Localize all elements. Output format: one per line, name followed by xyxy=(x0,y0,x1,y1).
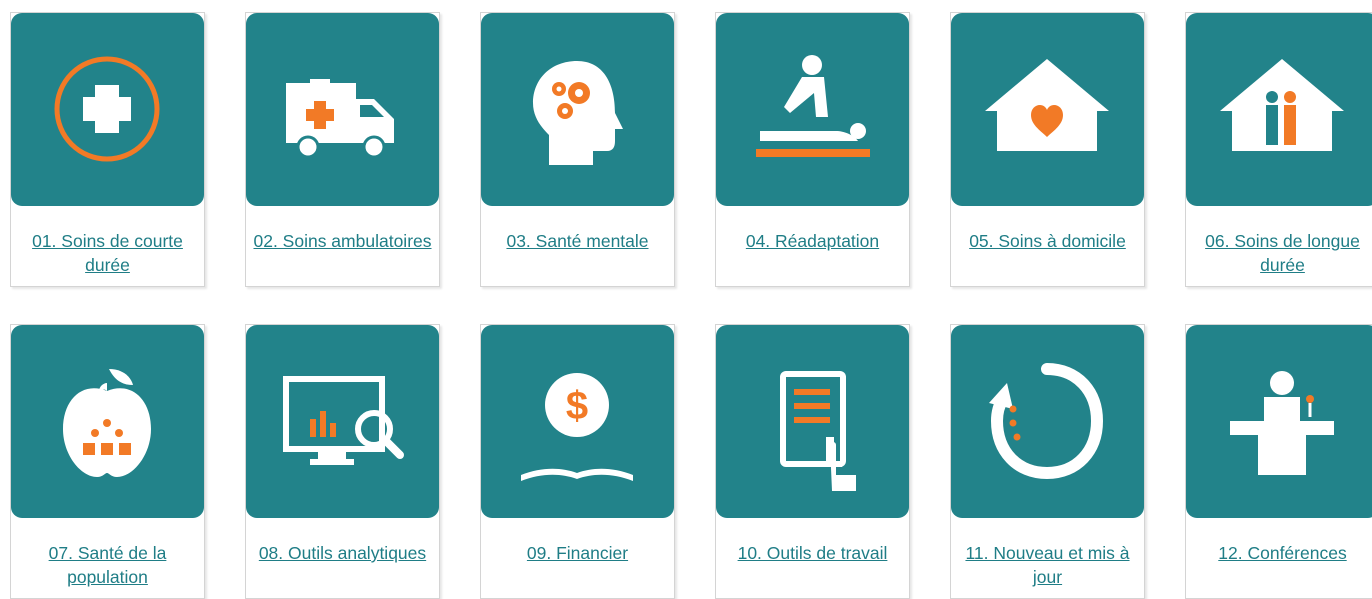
card-sante-population[interactable]: 07. Santé de la population xyxy=(10,324,205,599)
card-link-label[interactable]: 04. Réadaptation xyxy=(720,229,905,253)
card-link-label[interactable]: 02. Soins ambulatoires xyxy=(250,229,435,253)
card-outils-analytiques[interactable]: 08. Outils analytiques xyxy=(245,324,440,599)
speaker-podium-icon xyxy=(1230,371,1334,475)
card-link-label[interactable]: 06. Soins de longue durée xyxy=(1190,229,1372,277)
ambulance-icon xyxy=(286,79,394,159)
monitor-magnifier-icon xyxy=(283,376,404,465)
card-link-label[interactable]: 07. Santé de la population xyxy=(15,541,200,589)
card-link-label[interactable]: 11. Nouveau et mis à jour xyxy=(955,541,1140,589)
card-nouveau-mis-a-jour[interactable]: 11. Nouveau et mis à jour xyxy=(950,324,1145,599)
medical-cross-icon xyxy=(54,56,160,162)
card-tile[interactable] xyxy=(11,325,204,518)
massage-therapy-icon xyxy=(756,55,870,157)
card-tile[interactable]: $ xyxy=(481,325,674,518)
card-tile[interactable] xyxy=(246,325,439,518)
head-gears-icon xyxy=(533,61,623,165)
card-tile[interactable] xyxy=(716,13,909,206)
dollar-book-icon: $ xyxy=(521,373,633,481)
card-tile[interactable] xyxy=(1186,13,1372,206)
card-tile[interactable] xyxy=(951,325,1144,518)
card-soins-longue-duree[interactable]: 06. Soins de longue durée xyxy=(1185,12,1372,287)
card-outils-travail[interactable]: 10. Outils de travail xyxy=(715,324,910,599)
card-link-label[interactable]: 09. Financier xyxy=(485,541,670,565)
card-link-label[interactable]: 08. Outils analytiques xyxy=(250,541,435,565)
card-soins-ambulatoires[interactable]: 02. Soins ambulatoires xyxy=(245,12,440,287)
card-soins-domicile[interactable]: 05. Soins à domicile xyxy=(950,12,1145,287)
card-tile[interactable] xyxy=(951,13,1144,206)
card-tile[interactable] xyxy=(11,13,204,206)
apple-people-icon xyxy=(63,369,151,477)
card-link-label[interactable]: 05. Soins à domicile xyxy=(955,229,1140,253)
card-link-label[interactable]: 12. Conférences xyxy=(1190,541,1372,565)
card-tile[interactable] xyxy=(1186,325,1372,518)
card-link-label[interactable]: 10. Outils de travail xyxy=(720,541,905,565)
card-sante-mentale[interactable]: 03. Santé mentale xyxy=(480,12,675,287)
category-grid: 01. Soins de courte durée 02. Soins ambu… xyxy=(0,0,1372,599)
card-tile[interactable] xyxy=(716,325,909,518)
card-link-label[interactable]: 03. Santé mentale xyxy=(485,229,670,253)
house-people-icon xyxy=(1220,59,1344,151)
card-tile[interactable] xyxy=(481,13,674,206)
card-link-label[interactable]: 01. Soins de courte durée xyxy=(15,229,200,277)
tablet-document-icon xyxy=(780,371,856,491)
card-soins-courte-duree[interactable]: 01. Soins de courte durée xyxy=(10,12,205,287)
card-conferences[interactable]: 12. Conférences xyxy=(1185,324,1372,599)
svg-text:$: $ xyxy=(566,384,588,428)
refresh-arrow-icon xyxy=(989,363,1104,480)
card-readaptation[interactable]: 04. Réadaptation xyxy=(715,12,910,287)
card-financier[interactable]: $ 09. Financier xyxy=(480,324,675,599)
card-tile[interactable] xyxy=(246,13,439,206)
house-heart-icon xyxy=(985,59,1109,151)
